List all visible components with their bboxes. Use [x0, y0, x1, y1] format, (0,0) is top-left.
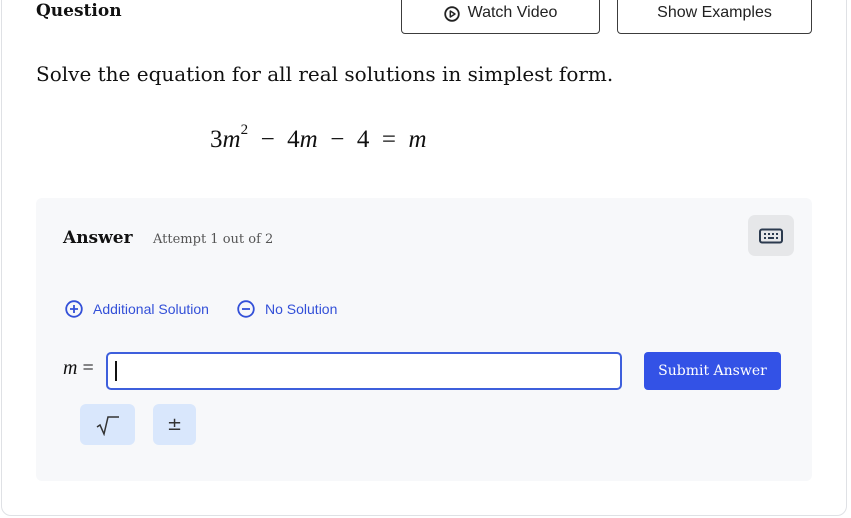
- additional-solution-button[interactable]: Additional Solution: [65, 300, 209, 318]
- play-circle-icon: [443, 6, 460, 22]
- attempt-counter: Attempt 1 out of 2: [153, 232, 274, 247]
- eq-exponent: 2: [240, 122, 249, 138]
- answer-panel: Answer Attempt 1 out of 2 Additional Sol…: [36, 198, 812, 481]
- question-prompt: Solve the equation for all real solution…: [36, 62, 614, 86]
- variable-symbol: m: [63, 357, 78, 379]
- no-solution-button[interactable]: No Solution: [237, 300, 337, 318]
- square-root-button[interactable]: [80, 404, 135, 445]
- submit-answer-button[interactable]: Submit Answer: [644, 352, 781, 390]
- watch-video-button[interactable]: Watch Video: [401, 0, 600, 34]
- additional-solution-label: Additional Solution: [93, 301, 209, 317]
- eq-minus: −: [260, 126, 275, 153]
- square-root-icon: [96, 415, 119, 436]
- minus-circle-icon: [237, 300, 255, 318]
- eq-term2-coef: 4: [287, 126, 300, 153]
- eq-var: m: [222, 126, 241, 153]
- question-heading: Question: [36, 1, 122, 21]
- equals-sign: =: [82, 357, 94, 379]
- show-examples-label: Show Examples: [657, 4, 772, 21]
- show-examples-button[interactable]: Show Examples: [617, 0, 812, 34]
- eq-minus: −: [330, 126, 345, 153]
- text-caret: [115, 361, 117, 381]
- keyboard-toggle-button[interactable]: [748, 215, 794, 256]
- eq-var: m: [299, 126, 318, 153]
- keyboard-icon: [759, 228, 783, 243]
- equation: 3m2 − 4m − 4 = m: [210, 122, 427, 154]
- no-solution-label: No Solution: [265, 301, 338, 317]
- eq-rhs: m: [408, 126, 427, 153]
- eq-const: 4: [356, 126, 370, 153]
- answer-input[interactable]: [106, 352, 622, 390]
- variable-label: m =: [63, 357, 94, 380]
- plus-circle-icon: [65, 300, 83, 318]
- eq-equals: =: [381, 126, 396, 153]
- eq-coef: 3: [210, 126, 223, 153]
- watch-video-label: Watch Video: [467, 4, 558, 21]
- plus-minus-button[interactable]: ±: [153, 404, 196, 445]
- answer-heading: Answer: [63, 228, 133, 248]
